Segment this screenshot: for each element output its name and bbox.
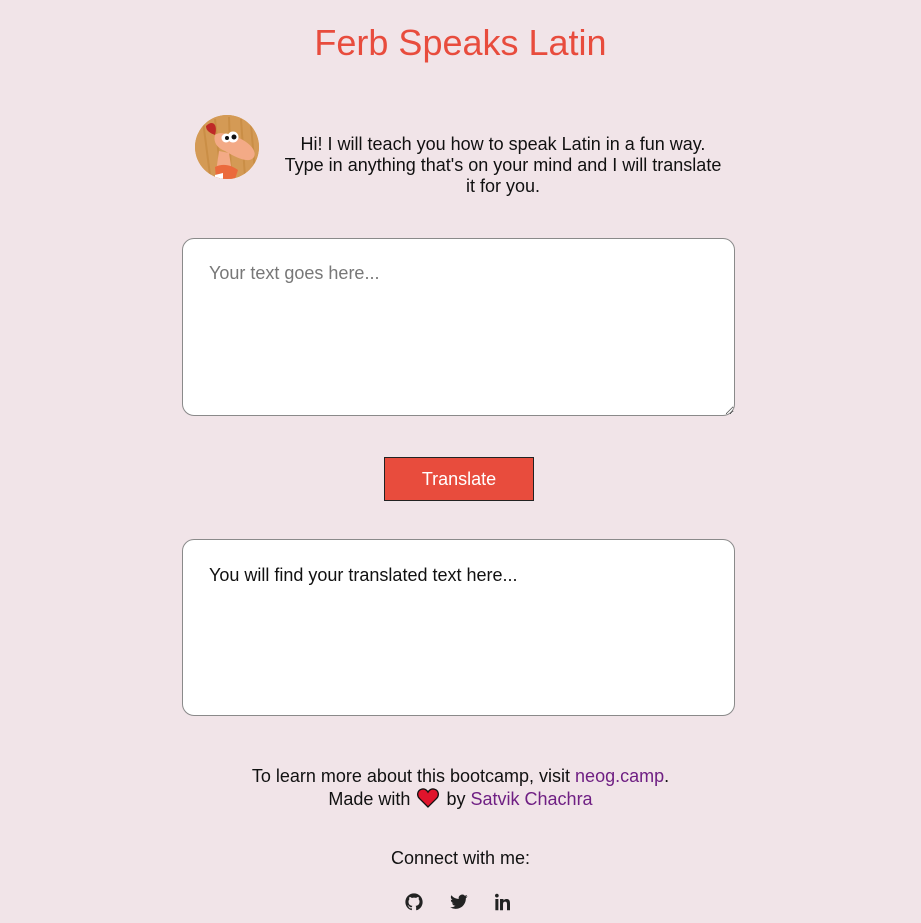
made-with-line: Made with by Satvik Chachra <box>0 788 921 814</box>
github-icon[interactable] <box>403 891 425 913</box>
heart-icon <box>417 788 440 814</box>
connect-label: Connect with me: <box>390 848 531 868</box>
intro-section: Hi! I will teach you how to speak Latin … <box>195 115 735 196</box>
by-text: by <box>446 789 466 809</box>
bootcamp-text: To learn more about this bootcamp, visit <box>251 766 571 786</box>
avatar <box>195 115 259 179</box>
social-links <box>402 891 518 913</box>
translate-button[interactable]: Translate <box>384 457 534 501</box>
intro-message: Hi! I will teach you how to speak Latin … <box>284 134 722 196</box>
neog-camp-link[interactable]: neog.camp <box>575 766 664 786</box>
ferb-avatar-icon <box>195 115 259 179</box>
linkedin-icon[interactable] <box>493 891 515 913</box>
bootcamp-line: To learn more about this bootcamp, visit… <box>0 765 921 788</box>
translation-input[interactable] <box>182 238 735 416</box>
footer: To learn more about this bootcamp, visit… <box>0 765 921 814</box>
twitter-icon[interactable] <box>448 891 470 913</box>
period-text: . <box>664 766 670 786</box>
made-with-text: Made with <box>328 789 411 809</box>
author-link[interactable]: Satvik Chachra <box>471 789 593 809</box>
page-title: Ferb Speaks Latin <box>314 22 607 63</box>
translation-output: You will find your translated text here.… <box>182 539 735 716</box>
